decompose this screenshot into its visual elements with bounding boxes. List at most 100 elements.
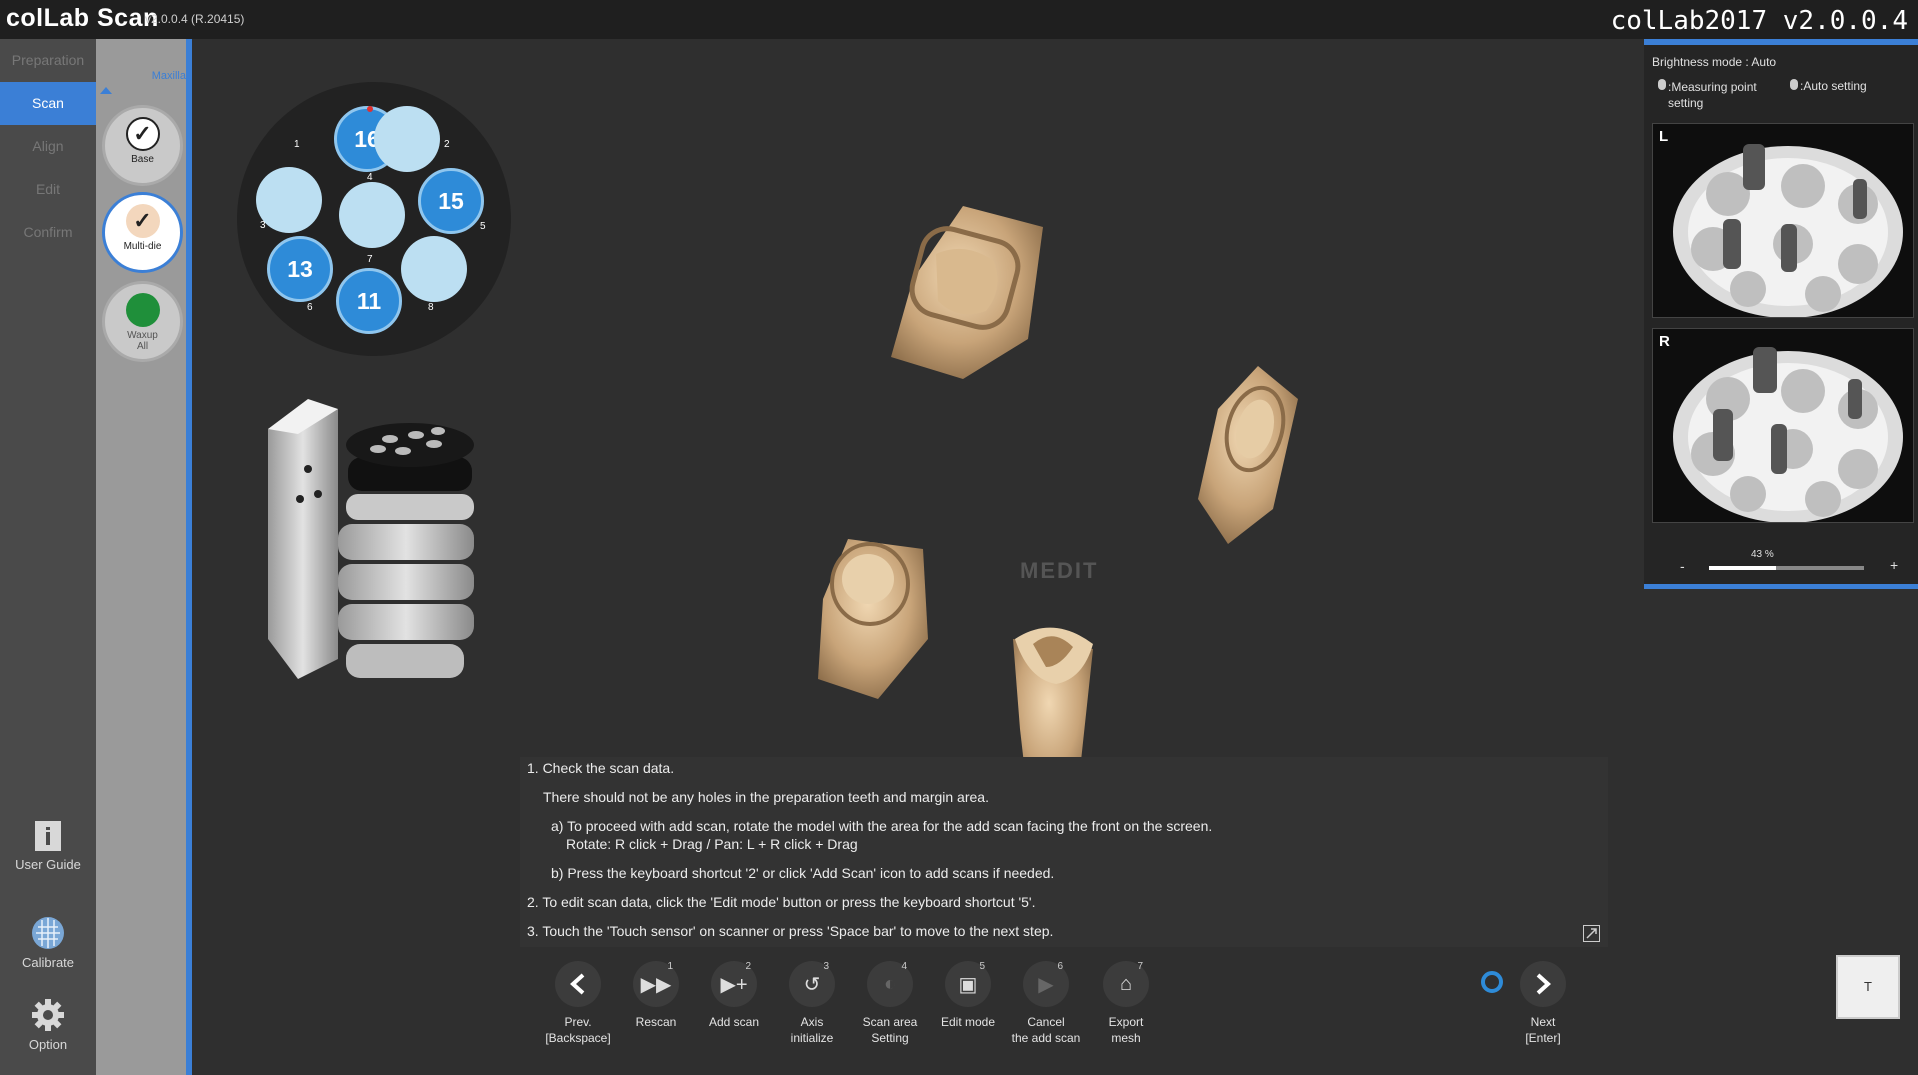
instruction-panel: 1. Check the scan data. There should not… bbox=[520, 757, 1608, 947]
rescan-icon: ▶▶ 1 bbox=[633, 961, 679, 1007]
slot-number: 2 bbox=[444, 139, 450, 150]
die-slot-4[interactable] bbox=[339, 182, 405, 248]
slot-number: 8 bbox=[428, 302, 434, 313]
add-scan-button[interactable]: ▶+ 2 Add scan bbox=[696, 961, 772, 1030]
tooth-number: 11 bbox=[356, 287, 382, 314]
right-camera-view: R bbox=[1652, 328, 1914, 523]
scan-die-model bbox=[891, 206, 1043, 379]
slot-number: 1 bbox=[294, 139, 300, 150]
info-icon bbox=[35, 821, 61, 851]
scanner-model-icon bbox=[268, 399, 474, 679]
instruction-line: b) Press the keyboard shortcut '2' or cl… bbox=[551, 865, 1055, 881]
zoom-out-button[interactable]: - bbox=[1680, 558, 1685, 574]
calibration-grid-icon bbox=[32, 917, 64, 949]
export-mesh-icon: ⌂ 7 bbox=[1103, 961, 1149, 1007]
measuring-point-setting[interactable]: :Measuring point setting bbox=[1658, 79, 1757, 111]
step-confirm[interactable]: Confirm bbox=[0, 211, 96, 254]
die-slot-6[interactable]: 13 bbox=[267, 236, 333, 302]
base-mode-label: Base bbox=[131, 154, 154, 165]
title-bar: colLab Scan v2.0.0.4 (R.20415) colLab201… bbox=[0, 0, 1918, 39]
export-mesh-button[interactable]: ⌂ 7 Export mesh bbox=[1088, 961, 1164, 1046]
slot-number: 6 bbox=[307, 302, 313, 313]
waxup-status-icon bbox=[125, 293, 160, 327]
zoom-slider[interactable] bbox=[1709, 566, 1864, 570]
camera-label: L bbox=[1659, 128, 1669, 145]
axis-initialize-button[interactable]: ↺ 3 Axis initialize bbox=[774, 961, 850, 1046]
mouse-left-icon bbox=[1658, 79, 1666, 90]
next-button[interactable]: Next [Enter] bbox=[1505, 961, 1581, 1046]
step-scan[interactable]: Scan bbox=[0, 82, 96, 125]
camera-label: R bbox=[1659, 333, 1670, 350]
edit-mode-icon: ▣ 5 bbox=[945, 961, 991, 1007]
scan-area-setting-button[interactable]: ◐ 4 Scan area Setting bbox=[852, 961, 928, 1046]
loading-spinner-icon bbox=[1481, 971, 1503, 993]
axis-reset-icon: ↺ 3 bbox=[789, 961, 835, 1007]
scan-die-model bbox=[818, 539, 928, 699]
scan-die-model bbox=[1198, 366, 1298, 544]
instruction-line: a) To proceed with add scan, rotate the … bbox=[551, 818, 1213, 834]
expand-panel-button[interactable] bbox=[1583, 925, 1600, 942]
die-slot-2[interactable] bbox=[374, 106, 440, 172]
die-holder: 16 15 13 11 1 2 3 4 5 6 7 8 bbox=[237, 82, 511, 356]
instruction-line: 3. Touch the 'Touch sensor' on scanner o… bbox=[527, 923, 1054, 939]
rescan-button[interactable]: ▶▶ 1 Rescan bbox=[618, 961, 694, 1030]
chevron-left-icon bbox=[555, 961, 601, 1007]
slot-number: 4 bbox=[367, 172, 373, 183]
camera-preview-image bbox=[1673, 347, 1903, 523]
camera-panel: Brightness mode : Auto :Measuring point … bbox=[1644, 39, 1918, 589]
waxup-mode-label: Waxup All bbox=[127, 330, 158, 352]
slot-number: 7 bbox=[367, 254, 373, 265]
export-mesh-label: Export mesh bbox=[1108, 1015, 1144, 1045]
user-guide-button[interactable]: User Guide bbox=[0, 819, 96, 872]
base-mode-button[interactable]: ✓ Base bbox=[102, 105, 183, 186]
calibrate-label: Calibrate bbox=[21, 955, 75, 970]
edit-mode-button[interactable]: ▣ 5 Edit mode bbox=[930, 961, 1006, 1030]
cancel-add-scan-label: Cancel the add scan bbox=[1011, 1015, 1081, 1045]
scan-mode-column: Maxilla ✓ Base ✓ Multi-die Waxup All bbox=[96, 39, 192, 1075]
edit-mode-label: Edit mode bbox=[940, 1015, 996, 1029]
camera-preview-image bbox=[1673, 144, 1903, 318]
zoom-slider-fill bbox=[1709, 566, 1776, 570]
app-logo: colLab Scan bbox=[6, 4, 159, 32]
user-guide-label: User Guide bbox=[15, 857, 81, 872]
option-label: Option bbox=[28, 1037, 68, 1052]
cancel-add-scan-icon: ▶ 6 bbox=[1023, 961, 1069, 1007]
die-slot-5[interactable]: 15 bbox=[418, 168, 484, 234]
gear-icon bbox=[32, 999, 64, 1031]
brightness-mode: Brightness mode : Auto bbox=[1652, 55, 1777, 69]
auto-setting[interactable]: :Auto setting bbox=[1790, 79, 1867, 93]
option-button[interactable]: Option bbox=[0, 997, 96, 1052]
die-slot-7[interactable]: 11 bbox=[336, 268, 402, 334]
check-icon: ✓ bbox=[125, 204, 160, 238]
window-title: colLab2017 v2.0.0.4 bbox=[1610, 6, 1908, 36]
step-nav: Preparation Scan Align Edit Confirm User… bbox=[0, 39, 96, 1075]
rescan-label: Rescan bbox=[635, 1015, 677, 1029]
watermark: MEDIT bbox=[1020, 558, 1099, 583]
touch-sensor-pad[interactable]: T bbox=[1836, 955, 1900, 1019]
prev-button[interactable]: Prev. [Backspace] bbox=[540, 961, 616, 1046]
slot-number: 3 bbox=[260, 220, 266, 231]
scan-area-label: Scan area Setting bbox=[862, 1015, 918, 1045]
add-scan-label: Add scan bbox=[708, 1015, 760, 1029]
calibrate-button[interactable]: Calibrate bbox=[0, 915, 96, 970]
mouse-right-icon bbox=[1790, 79, 1798, 90]
tooth-number: 13 bbox=[287, 255, 313, 282]
multi-die-mode-label: Multi-die bbox=[123, 241, 162, 252]
zoom-value: 43 % bbox=[1751, 549, 1774, 560]
step-edit[interactable]: Edit bbox=[0, 168, 96, 211]
app-window: colLab Scan v2.0.0.4 (R.20415) colLab201… bbox=[0, 0, 1918, 1075]
instruction-line: 1. Check the scan data. bbox=[527, 760, 675, 776]
chevron-right-icon bbox=[1520, 961, 1566, 1007]
multi-die-mode-button[interactable]: ✓ Multi-die bbox=[102, 192, 183, 273]
die-slot-8[interactable] bbox=[401, 236, 467, 302]
add-scan-icon: ▶+ 2 bbox=[711, 961, 757, 1007]
waxup-mode-button[interactable]: Waxup All bbox=[102, 281, 183, 362]
step-preparation[interactable]: Preparation bbox=[0, 39, 96, 82]
app-version: v2.0.0.4 (R.20415) bbox=[145, 12, 245, 26]
expand-icon bbox=[1586, 928, 1597, 939]
instruction-line: There should not be any holes in the pre… bbox=[543, 789, 989, 805]
zoom-in-button[interactable]: + bbox=[1890, 557, 1898, 573]
step-align[interactable]: Align bbox=[0, 125, 96, 168]
jaw-label[interactable]: Maxilla bbox=[152, 70, 186, 82]
cancel-add-scan-button[interactable]: ▶ 6 Cancel the add scan bbox=[1008, 961, 1084, 1046]
